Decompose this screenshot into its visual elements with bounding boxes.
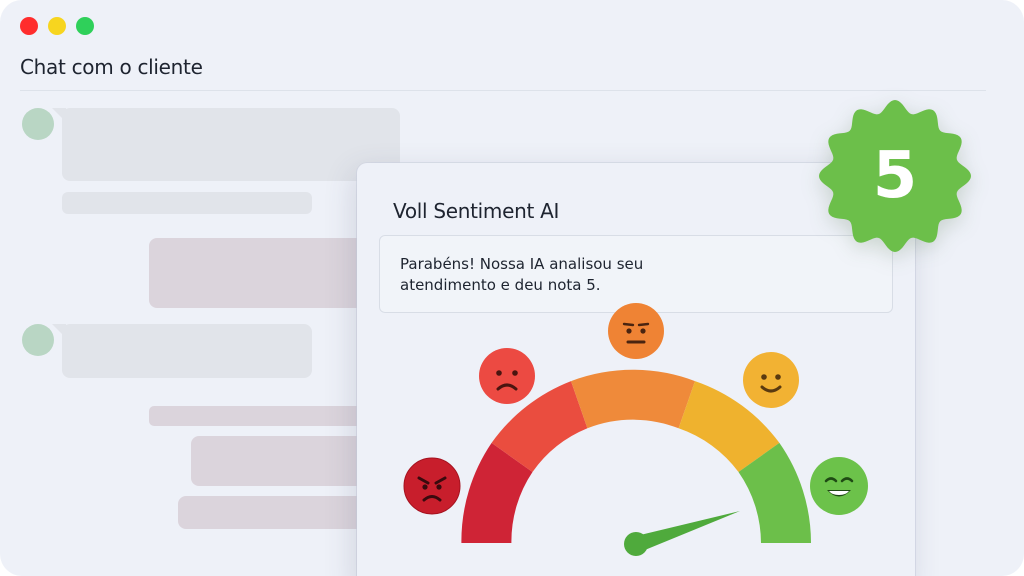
score-badge: 5	[815, 96, 975, 256]
score-value: 5	[872, 139, 918, 213]
gauge-needle-pivot	[624, 532, 648, 556]
customer-avatar	[22, 108, 54, 140]
header-divider	[20, 90, 986, 91]
panel-title: Voll Sentiment AI	[393, 199, 560, 223]
gauge-segment-neutral	[571, 369, 695, 429]
smiling-face-icon	[743, 352, 799, 408]
incoming-message-bubble	[62, 108, 400, 181]
incoming-message-bubble	[62, 324, 312, 378]
incoming-message-line	[62, 192, 312, 214]
minimize-window-button[interactable]	[48, 17, 66, 35]
close-window-button[interactable]	[20, 17, 38, 35]
gauge-needle	[632, 511, 740, 552]
neutral-face-icon	[608, 303, 664, 359]
window-title: Chat com o cliente	[20, 55, 203, 79]
chat-window: Chat com o cliente Voll Sentiment AI Par…	[0, 0, 1024, 576]
maximize-window-button[interactable]	[76, 17, 94, 35]
angry-face-icon	[403, 457, 461, 515]
grinning-face-icon	[810, 457, 868, 515]
customer-avatar	[22, 324, 54, 356]
sad-face-icon	[479, 348, 535, 404]
